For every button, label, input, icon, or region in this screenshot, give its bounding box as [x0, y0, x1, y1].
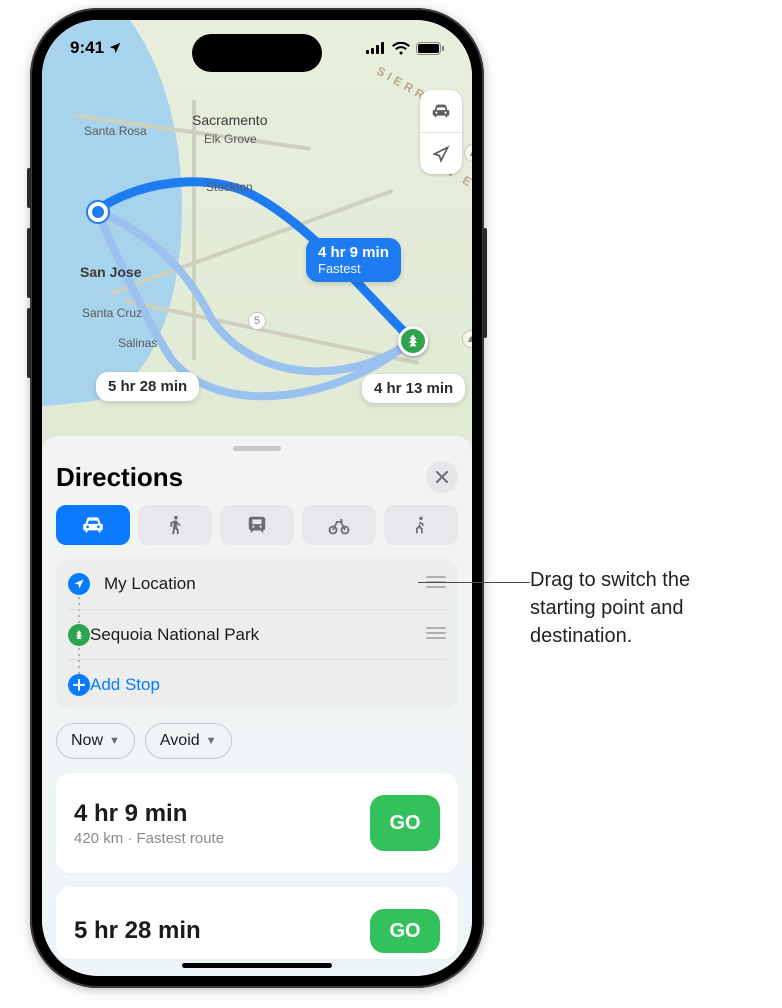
close-icon [436, 471, 448, 483]
mode-transit[interactable] [220, 505, 294, 545]
destination-dot-icon [68, 624, 90, 646]
mode-cycle[interactable] [302, 505, 376, 545]
map-label-stockton: Stockton [206, 180, 253, 194]
stops-card: My Location Sequoia National Park [56, 559, 458, 709]
walk-icon [164, 514, 186, 536]
add-stop-label: Add Stop [90, 675, 446, 695]
reorder-handle[interactable] [426, 575, 446, 593]
stop-destination-row[interactable]: Sequoia National Park [68, 609, 446, 659]
go-button[interactable]: GO [370, 909, 440, 953]
route-time: 4 hr 9 min [74, 800, 224, 828]
route-option-2[interactable]: 5 hr 28 min GO [56, 887, 458, 959]
go-button[interactable]: GO [370, 795, 440, 851]
person-hail-icon [411, 514, 431, 536]
map-label-elk-grove: Elk Grove [204, 132, 257, 146]
mode-rideshare[interactable] [384, 505, 458, 545]
route-time: 5 hr 28 min [74, 917, 201, 945]
reorder-handle[interactable] [426, 626, 446, 644]
sheet-title: Directions [56, 462, 183, 493]
dynamic-island [192, 34, 322, 72]
location-arrow-icon [431, 144, 451, 164]
map-label-san-jose: San Jose [80, 264, 141, 280]
iphone-frame: 9:41 [30, 8, 484, 988]
car-icon [430, 100, 452, 122]
route-subtitle: 420 km · Fastest route [74, 830, 224, 847]
mode-drive[interactable] [56, 505, 130, 545]
stop-origin-label: My Location [104, 574, 426, 594]
map-label-salinas: Salinas [118, 336, 157, 350]
location-dot-icon [68, 573, 90, 595]
close-button[interactable] [426, 461, 458, 493]
depart-time-pill[interactable]: Now ▼ [56, 723, 135, 759]
tracking-control[interactable] [420, 132, 462, 174]
tree-icon [405, 333, 421, 349]
avoid-pill[interactable]: Avoid ▼ [145, 723, 232, 759]
transit-icon [246, 514, 268, 536]
map-label-santa-cruz: Santa Cruz [82, 306, 142, 320]
map-label-sacramento: Sacramento [192, 112, 267, 128]
mode-walk[interactable] [138, 505, 212, 545]
highway-shield-5: 5 [248, 312, 266, 330]
bicycle-icon [327, 513, 351, 537]
vehicle-mode-control[interactable] [420, 90, 462, 132]
origin-pin[interactable] [88, 202, 108, 222]
callout-text: Drag to switch the starting point and de… [530, 566, 752, 650]
screen: 9:41 [42, 20, 472, 976]
add-icon [68, 674, 90, 696]
map-area[interactable]: 5 ▲ ▲ Sacramento Santa Rosa Elk Grove St… [42, 20, 472, 460]
map-label-santa-rosa: Santa Rosa [84, 124, 147, 138]
route-option-1[interactable]: 4 hr 9 min 420 km · Fastest route GO [56, 773, 458, 873]
sheet-grabber[interactable] [233, 446, 281, 451]
chevron-down-icon: ▼ [206, 735, 217, 747]
directions-sheet: Directions [42, 436, 472, 976]
location-services-icon [108, 41, 122, 55]
add-stop-row[interactable]: Add Stop [68, 659, 446, 709]
stop-destination-label: Sequoia National Park [90, 625, 426, 645]
callout-leader-line [418, 582, 530, 583]
stop-origin-row[interactable]: My Location [68, 559, 446, 609]
destination-pin[interactable] [398, 326, 428, 356]
cellular-icon [366, 42, 386, 54]
chevron-down-icon: ▼ [109, 735, 120, 747]
route-bubble-alt2[interactable]: 5 hr 28 min [96, 372, 199, 401]
route-bubble-alt1[interactable]: 4 hr 13 min [362, 374, 465, 403]
home-indicator[interactable] [182, 963, 332, 968]
battery-icon [416, 42, 444, 55]
car-icon [80, 512, 106, 538]
map-controls [420, 90, 462, 174]
status-time: 9:41 [70, 38, 104, 58]
transport-mode-tabs [56, 505, 458, 545]
route-bubble-fastest[interactable]: 4 hr 9 min Fastest [306, 238, 401, 282]
wifi-icon [392, 42, 410, 55]
